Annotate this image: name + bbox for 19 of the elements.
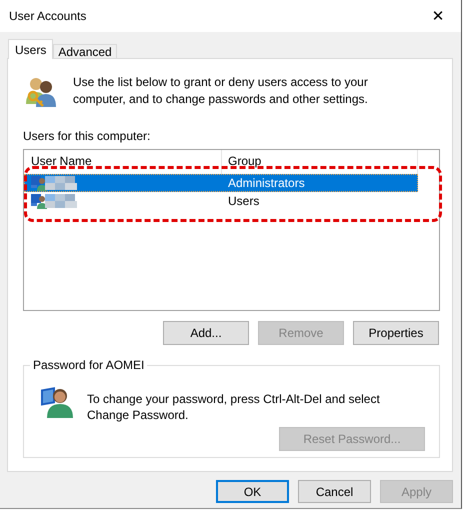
close-button[interactable]: ✕ [415, 0, 461, 32]
button[interactable]: Cancel [298, 480, 371, 503]
button[interactable]: Properties [353, 321, 439, 345]
user-computer-icon [39, 384, 73, 418]
tab[interactable]: Advanced [53, 44, 117, 58]
button[interactable]: OK [216, 480, 289, 503]
users-label: Users for this computer: [23, 129, 152, 143]
window-title: User Accounts [9, 9, 86, 23]
tab[interactable]: Users [8, 39, 54, 59]
user-icon [31, 193, 47, 209]
table-cell: Users [228, 194, 260, 208]
button[interactable]: Add... [163, 321, 249, 345]
table-row[interactable]: Users [24, 192, 418, 210]
group-title: Password for AOMEI [30, 358, 148, 372]
table-row[interactable]: Administrators [24, 174, 418, 192]
table-cell: Administrators [228, 176, 305, 190]
password-text: To change your password, press Ctrl-Alt-Del and select Change Password. [87, 391, 381, 423]
user-icon [31, 175, 47, 191]
intro-text: Use the list below to grant or deny users access to your computer, and to change passwords and other settings. [73, 74, 369, 108]
